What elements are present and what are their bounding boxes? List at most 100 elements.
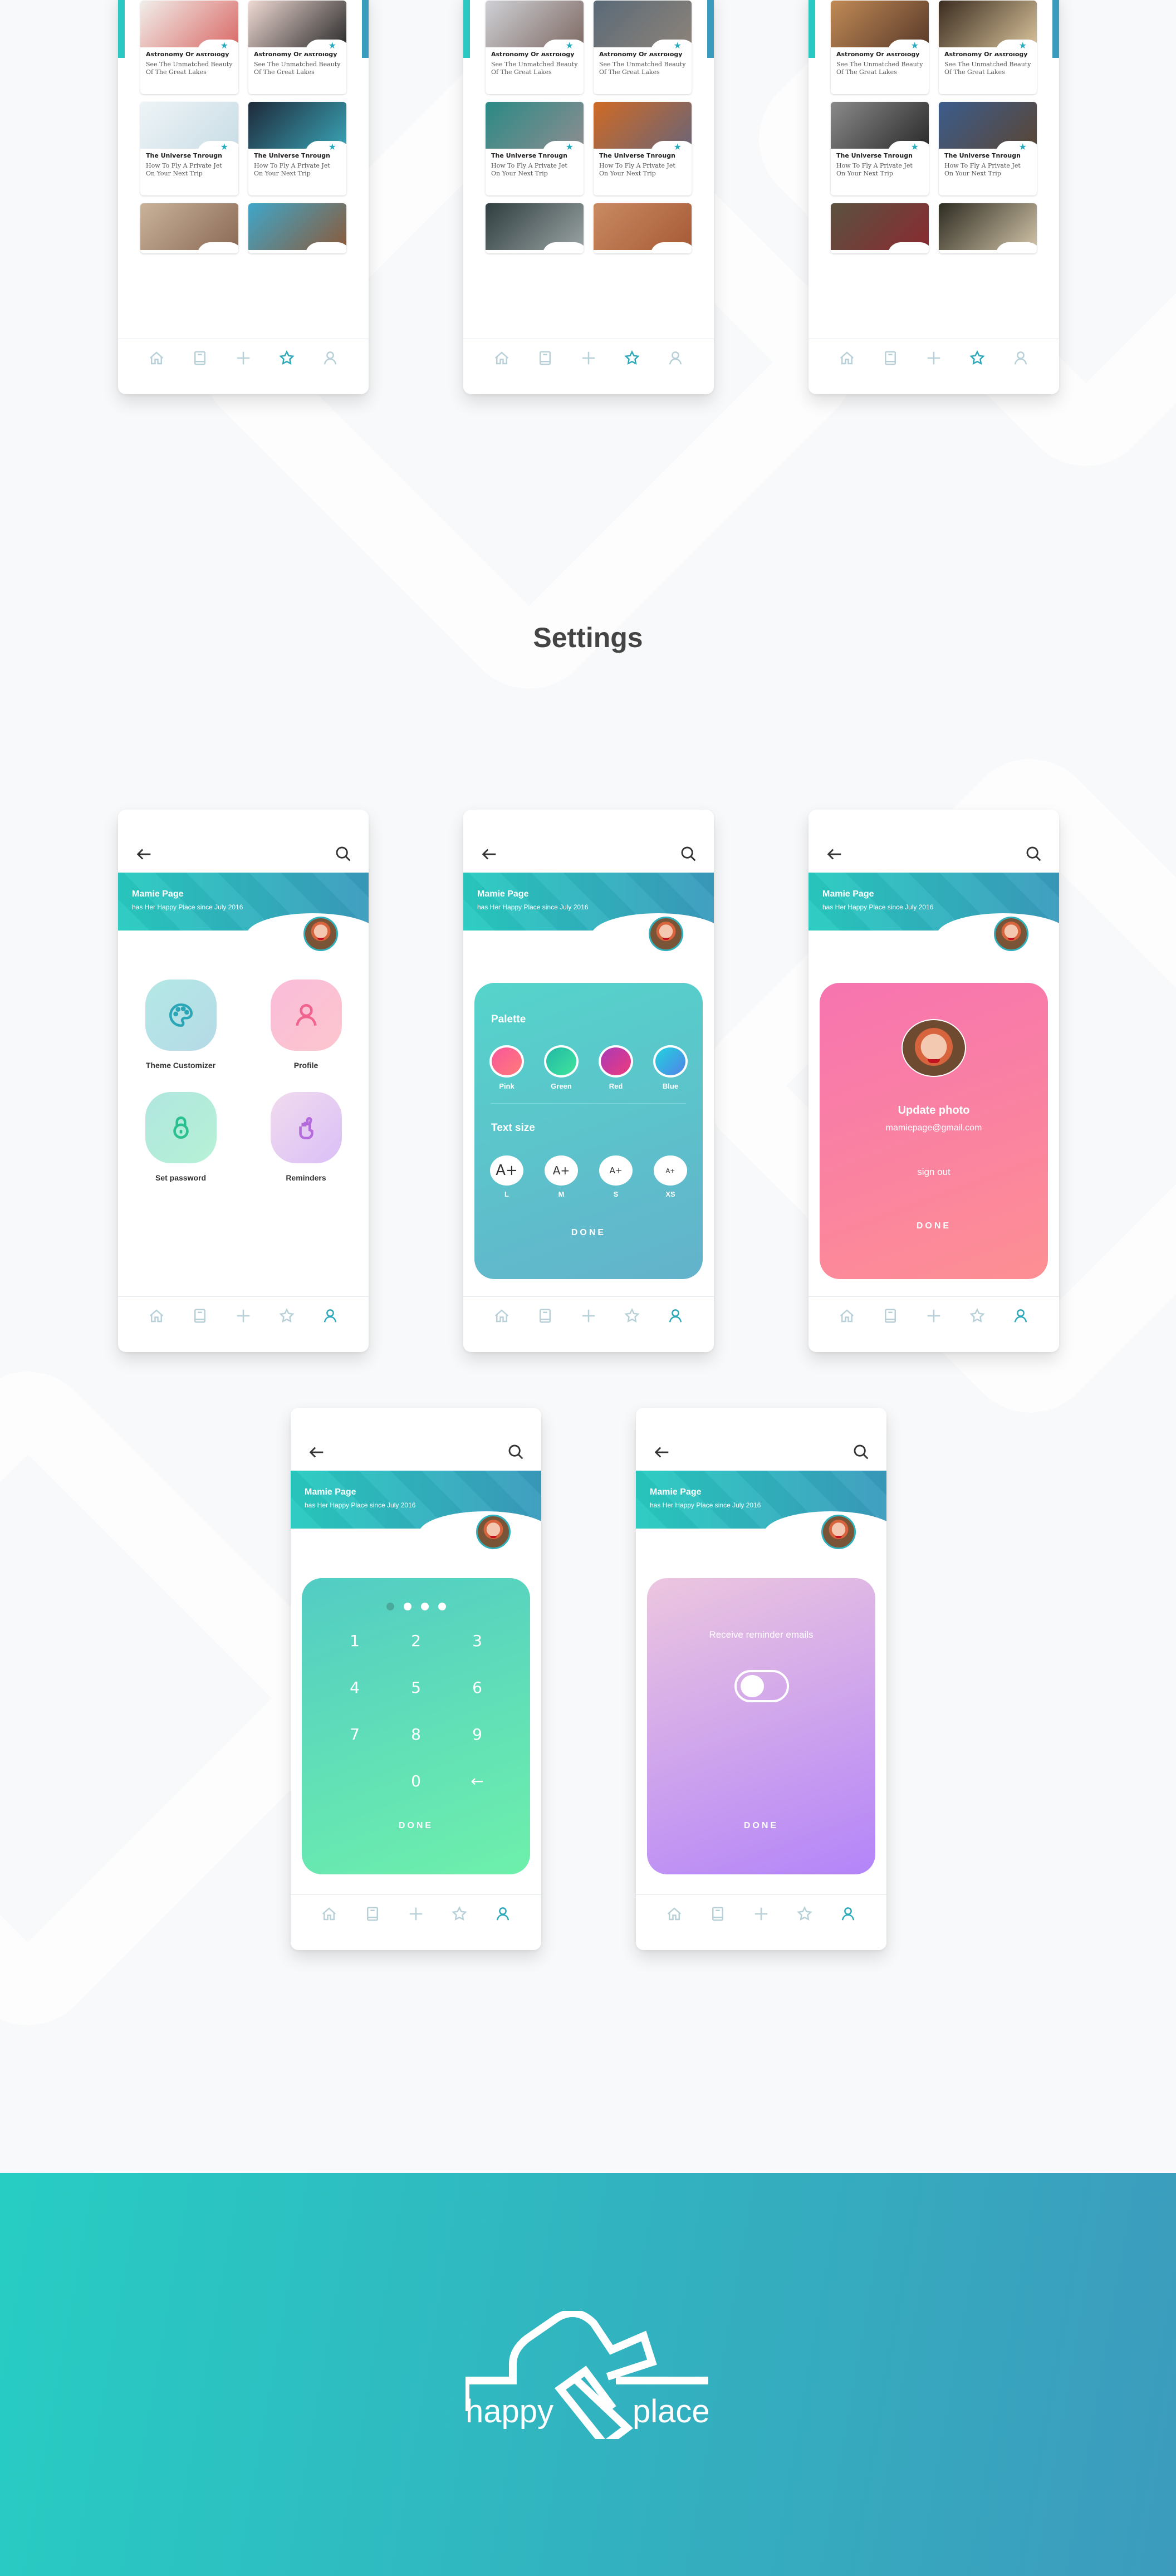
star-icon[interactable]: ★ — [911, 42, 919, 51]
settings-tile-set-password[interactable]: Set password — [118, 1092, 243, 1182]
star-icon[interactable]: ★ — [220, 143, 228, 152]
tab-home[interactable] — [491, 1305, 513, 1327]
tab-add[interactable] — [923, 1305, 945, 1327]
tab-home[interactable] — [145, 1305, 168, 1327]
tab-favorites[interactable] — [276, 1305, 298, 1327]
key-2[interactable]: 2 — [385, 1631, 447, 1651]
back-arrow-icon[interactable] — [480, 845, 499, 864]
tab-add[interactable] — [577, 1305, 600, 1327]
article-card[interactable] — [594, 203, 692, 253]
tab-library[interactable] — [879, 1305, 901, 1327]
reminder-toggle[interactable] — [734, 1670, 789, 1702]
star-icon[interactable]: ★ — [674, 42, 682, 51]
article-card[interactable]: ★ The Universe Through How To Fly A Privat… — [140, 102, 238, 195]
tab-add[interactable] — [577, 347, 600, 369]
article-card[interactable] — [486, 203, 584, 253]
tab-favorites[interactable] — [621, 347, 643, 369]
back-arrow-icon[interactable] — [825, 845, 844, 864]
avatar[interactable] — [821, 1515, 856, 1549]
tab-add[interactable] — [232, 347, 254, 369]
tab-library[interactable] — [707, 1903, 729, 1925]
done-button[interactable]: DONE — [820, 1221, 1048, 1231]
key-6[interactable]: 6 — [447, 1678, 508, 1698]
done-button[interactable]: DONE — [302, 1821, 530, 1831]
avatar[interactable] — [649, 917, 683, 951]
tab-profile[interactable] — [664, 1305, 687, 1327]
avatar[interactable] — [994, 917, 1028, 951]
tab-profile[interactable] — [664, 347, 687, 369]
search-icon[interactable] — [852, 1443, 871, 1462]
tab-library[interactable] — [361, 1903, 384, 1925]
update-photo-button[interactable]: Update photo — [820, 1104, 1048, 1117]
back-arrow-icon[interactable] — [653, 1443, 672, 1462]
tab-library[interactable] — [189, 1305, 211, 1327]
tab-library[interactable] — [534, 1305, 556, 1327]
tab-library[interactable] — [879, 347, 901, 369]
article-card[interactable]: ★ The Universe Through How To Fly A Privat… — [248, 102, 346, 195]
tab-profile[interactable] — [319, 1305, 341, 1327]
tab-home[interactable] — [836, 347, 858, 369]
search-icon[interactable] — [334, 845, 353, 864]
article-card[interactable]: ★ The Universe Through How To Fly A Privat… — [939, 102, 1037, 195]
tab-home[interactable] — [491, 347, 513, 369]
tab-home[interactable] — [663, 1903, 685, 1925]
tab-profile[interactable] — [319, 347, 341, 369]
article-card[interactable]: ★ The Universe Through How To Fly A Privat… — [831, 102, 929, 195]
tab-profile[interactable] — [1010, 1305, 1032, 1327]
backspace-key[interactable]: ← — [447, 1771, 508, 1791]
key-1[interactable]: 1 — [324, 1631, 385, 1651]
star-icon[interactable]: ★ — [220, 42, 228, 51]
article-card[interactable]: ★ Astronomy Or Astrology See The Unmatched… — [248, 1, 346, 94]
tab-library[interactable] — [189, 347, 211, 369]
tab-favorites[interactable] — [966, 347, 988, 369]
article-card[interactable]: ★ Astronomy Or Astrology See The Unmatched… — [594, 1, 692, 94]
key-5[interactable]: 5 — [385, 1678, 447, 1698]
star-icon[interactable]: ★ — [1019, 143, 1027, 152]
key-0[interactable]: 0 — [385, 1771, 447, 1791]
article-card[interactable]: ★ Astronomy Or Astrology See The Unmatched… — [939, 1, 1037, 94]
text-size-option-m[interactable]: A+ M — [543, 1155, 580, 1198]
tab-add[interactable] — [923, 347, 945, 369]
key-8[interactable]: 8 — [385, 1725, 447, 1745]
tab-home[interactable] — [145, 347, 168, 369]
key-7[interactable]: 7 — [324, 1725, 385, 1745]
tab-favorites[interactable] — [621, 1305, 643, 1327]
tab-add[interactable] — [232, 1305, 254, 1327]
star-icon[interactable]: ★ — [911, 143, 919, 152]
article-card[interactable] — [140, 203, 238, 253]
settings-tile-reminders[interactable]: Reminders — [243, 1092, 369, 1182]
tab-library[interactable] — [534, 347, 556, 369]
article-card[interactable] — [248, 203, 346, 253]
key-3[interactable]: 3 — [447, 1631, 508, 1651]
tab-home[interactable] — [318, 1903, 340, 1925]
tab-profile[interactable] — [837, 1903, 859, 1925]
back-arrow-icon[interactable] — [307, 1443, 326, 1462]
key-9[interactable]: 9 — [447, 1725, 508, 1745]
done-button[interactable]: DONE — [647, 1821, 875, 1831]
palette-option-red[interactable]: Red — [597, 1045, 634, 1090]
palette-option-blue[interactable]: Blue — [652, 1045, 689, 1090]
star-icon[interactable]: ★ — [566, 143, 574, 152]
palette-option-green[interactable]: Green — [543, 1045, 580, 1090]
article-card[interactable]: ★ Astronomy Or Astrology See The Unmatched… — [831, 1, 929, 94]
article-card[interactable]: ★ The Universe Through How To Fly A Privat… — [486, 102, 584, 195]
search-icon[interactable] — [1025, 845, 1043, 864]
article-card[interactable]: ★ Astronomy Or Astrology See The Unmatched… — [140, 1, 238, 94]
avatar[interactable] — [303, 917, 338, 951]
tab-favorites[interactable] — [448, 1903, 471, 1925]
star-icon[interactable]: ★ — [329, 42, 336, 51]
settings-tile-profile[interactable]: Profile — [243, 980, 369, 1070]
tab-profile[interactable] — [492, 1903, 514, 1925]
key-4[interactable]: 4 — [324, 1678, 385, 1698]
tab-favorites[interactable] — [966, 1305, 988, 1327]
sign-out-button[interactable]: sign out — [820, 1167, 1048, 1178]
avatar[interactable] — [476, 1515, 511, 1549]
palette-option-pink[interactable]: Pink — [488, 1045, 525, 1090]
tab-home[interactable] — [836, 1305, 858, 1327]
star-icon[interactable]: ★ — [1019, 42, 1027, 51]
tab-add[interactable] — [405, 1903, 427, 1925]
star-icon[interactable]: ★ — [566, 42, 574, 51]
article-card[interactable]: ★ The Universe Through How To Fly A Privat… — [594, 102, 692, 195]
search-icon[interactable] — [679, 845, 698, 864]
tab-add[interactable] — [750, 1903, 772, 1925]
